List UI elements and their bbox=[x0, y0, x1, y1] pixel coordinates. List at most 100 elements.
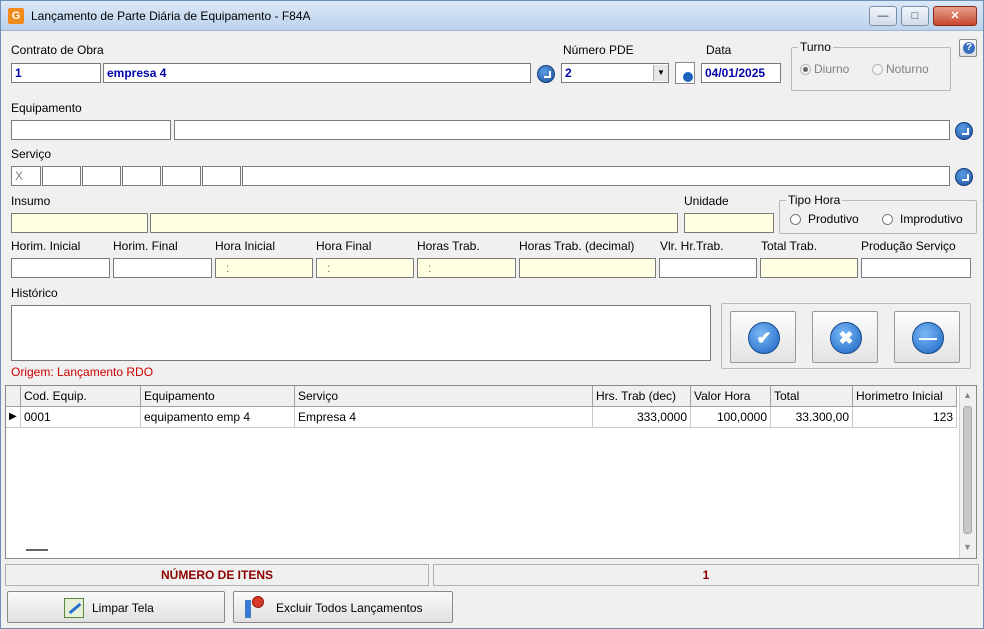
vertical-scrollbar[interactable]: ▲ ▼ bbox=[959, 386, 976, 558]
hora-inicial-field[interactable]: : bbox=[215, 258, 313, 278]
horim-inicial-field[interactable] bbox=[11, 258, 110, 278]
row-indicator-header bbox=[6, 386, 21, 407]
table-cell[interactable]: 33.300,00 bbox=[771, 407, 853, 428]
app-logo-icon: G bbox=[8, 8, 24, 24]
data-field[interactable]: 04/01/2025 bbox=[701, 63, 781, 83]
insumo-code-field[interactable] bbox=[11, 213, 148, 233]
close-button[interactable]: ✕ bbox=[933, 6, 977, 26]
document-info-icon[interactable] bbox=[675, 62, 695, 84]
main-window: G Lançamento de Parte Diária de Equipame… bbox=[0, 0, 984, 629]
col-total[interactable]: Total bbox=[771, 386, 853, 407]
historico-textarea[interactable] bbox=[11, 305, 711, 361]
help-button[interactable]: ? bbox=[959, 39, 977, 57]
contrato-code-field[interactable]: 1 bbox=[11, 63, 101, 83]
servico-field-6[interactable] bbox=[202, 166, 241, 186]
servico-field-1[interactable]: X bbox=[11, 166, 41, 186]
turno-group: Turno Diurno Noturno bbox=[791, 40, 951, 91]
cancel-button[interactable]: ✖ bbox=[812, 311, 878, 363]
excluir-todos-label: Excluir Todos Lançamentos bbox=[276, 601, 423, 615]
col-servico[interactable]: Serviço bbox=[295, 386, 593, 407]
vlr-hr-trab-field[interactable] bbox=[659, 258, 757, 278]
horim-final-field[interactable] bbox=[113, 258, 212, 278]
table-cell[interactable]: equipamento emp 4 bbox=[141, 407, 295, 428]
help-icon: ? bbox=[963, 42, 975, 54]
table-cell[interactable]: Empresa 4 bbox=[295, 407, 593, 428]
horas-trab-label: Horas Trab. bbox=[417, 239, 480, 253]
check-icon: ✔ bbox=[748, 322, 780, 354]
turno-diurno-label: Diurno bbox=[814, 62, 850, 76]
data-label: Data bbox=[706, 43, 732, 57]
confirm-button[interactable]: ✔ bbox=[730, 311, 796, 363]
equipamento-name-field[interactable] bbox=[174, 120, 950, 140]
table-cell[interactable]: 0001 bbox=[21, 407, 141, 428]
maximize-button[interactable]: □ bbox=[901, 6, 929, 26]
insumo-name-field[interactable] bbox=[150, 213, 678, 233]
delete-all-icon bbox=[242, 596, 266, 620]
scroll-down-icon[interactable]: ▼ bbox=[963, 542, 972, 552]
servico-field-4[interactable] bbox=[122, 166, 161, 186]
equipamento-code-field[interactable] bbox=[11, 120, 171, 140]
horim-final-label: Horim. Final bbox=[113, 239, 178, 253]
excluir-todos-button[interactable]: Excluir Todos Lançamentos bbox=[233, 591, 453, 623]
servico-label: Serviço bbox=[11, 147, 52, 161]
limpar-tela-label: Limpar Tela bbox=[92, 601, 154, 615]
contrato-name-field[interactable]: empresa 4 bbox=[103, 63, 531, 83]
table-cell[interactable]: 333,0000 bbox=[593, 407, 691, 428]
producao-servico-label: Produção Serviço bbox=[861, 239, 956, 253]
servico-description-field[interactable] bbox=[242, 166, 950, 186]
contrato-lookup-icon[interactable] bbox=[537, 65, 555, 83]
col-hrs-trab-dec[interactable]: Hrs. Trab (dec) bbox=[593, 386, 691, 407]
servico-lookup-icon[interactable] bbox=[955, 168, 973, 186]
total-trab-field[interactable] bbox=[760, 258, 858, 278]
table-cell[interactable]: 123 bbox=[853, 407, 957, 428]
horas-trab-decimal-label: Horas Trab. (decimal) bbox=[519, 239, 635, 253]
col-horimetro-inicial[interactable]: Horimetro Inicial bbox=[853, 386, 957, 407]
remove-button[interactable]: — bbox=[894, 311, 960, 363]
tipo-hora-improdutivo-radio[interactable] bbox=[882, 214, 893, 225]
tipo-hora-produtivo-label: Produtivo bbox=[808, 212, 859, 226]
action-buttons-group: ✔ ✖ — bbox=[721, 303, 971, 369]
servico-field-3[interactable] bbox=[82, 166, 121, 186]
minimize-button[interactable]: — bbox=[869, 6, 897, 26]
unidade-field[interactable] bbox=[684, 213, 774, 233]
vlr-hr-trab-label: Vlr. Hr.Trab. bbox=[660, 239, 724, 253]
horas-trab-field[interactable]: : bbox=[417, 258, 516, 278]
tipo-hora-improdutivo-label: Improdutivo bbox=[900, 212, 963, 226]
turno-noturno-label: Noturno bbox=[886, 62, 929, 76]
horim-inicial-label: Horim. Inicial bbox=[11, 239, 81, 253]
servico-field-2[interactable] bbox=[42, 166, 81, 186]
producao-servico-field[interactable] bbox=[861, 258, 971, 278]
table-cell[interactable]: 100,0000 bbox=[691, 407, 771, 428]
equipamento-lookup-icon[interactable] bbox=[955, 122, 973, 140]
tipo-hora-produtivo-radio[interactable] bbox=[790, 214, 801, 225]
title-bar[interactable]: G Lançamento de Parte Diária de Equipame… bbox=[1, 1, 983, 31]
tipo-hora-group: Tipo Hora Produtivo Improdutivo bbox=[779, 193, 977, 234]
current-row-indicator-icon: ▶ bbox=[6, 407, 21, 428]
turno-diurno-radio[interactable] bbox=[800, 64, 811, 75]
scroll-up-icon[interactable]: ▲ bbox=[963, 390, 972, 400]
numero-itens-label: NÚMERO DE ITENS bbox=[5, 564, 429, 586]
equipamento-label: Equipamento bbox=[11, 101, 82, 115]
chevron-down-icon[interactable]: ▼ bbox=[653, 65, 668, 81]
insumo-label: Insumo bbox=[11, 194, 51, 208]
hora-final-field[interactable]: : bbox=[316, 258, 414, 278]
numero-pde-label: Número PDE bbox=[563, 43, 634, 57]
scrollbar-thumb[interactable] bbox=[963, 406, 972, 534]
clear-screen-icon bbox=[64, 598, 84, 618]
cancel-x-icon: ✖ bbox=[830, 322, 862, 354]
horas-trab-decimal-field[interactable] bbox=[519, 258, 656, 278]
historico-label: Histórico bbox=[11, 286, 58, 300]
col-equipamento[interactable]: Equipamento bbox=[141, 386, 295, 407]
contrato-label: Contrato de Obra bbox=[11, 43, 104, 57]
col-cod-equip[interactable]: Cod. Equip. bbox=[21, 386, 141, 407]
servico-field-5[interactable] bbox=[162, 166, 201, 186]
launches-grid[interactable]: Cod. Equip. Equipamento Serviço Hrs. Tra… bbox=[5, 385, 977, 559]
limpar-tela-button[interactable]: Limpar Tela bbox=[7, 591, 225, 623]
turno-title: Turno bbox=[798, 40, 833, 54]
row-marker bbox=[26, 549, 48, 551]
numero-itens-value: 1 bbox=[433, 564, 979, 586]
turno-noturno-radio[interactable] bbox=[872, 64, 883, 75]
minus-icon: — bbox=[912, 322, 944, 354]
total-trab-label: Total Trab. bbox=[761, 239, 818, 253]
col-valor-hora[interactable]: Valor Hora bbox=[691, 386, 771, 407]
